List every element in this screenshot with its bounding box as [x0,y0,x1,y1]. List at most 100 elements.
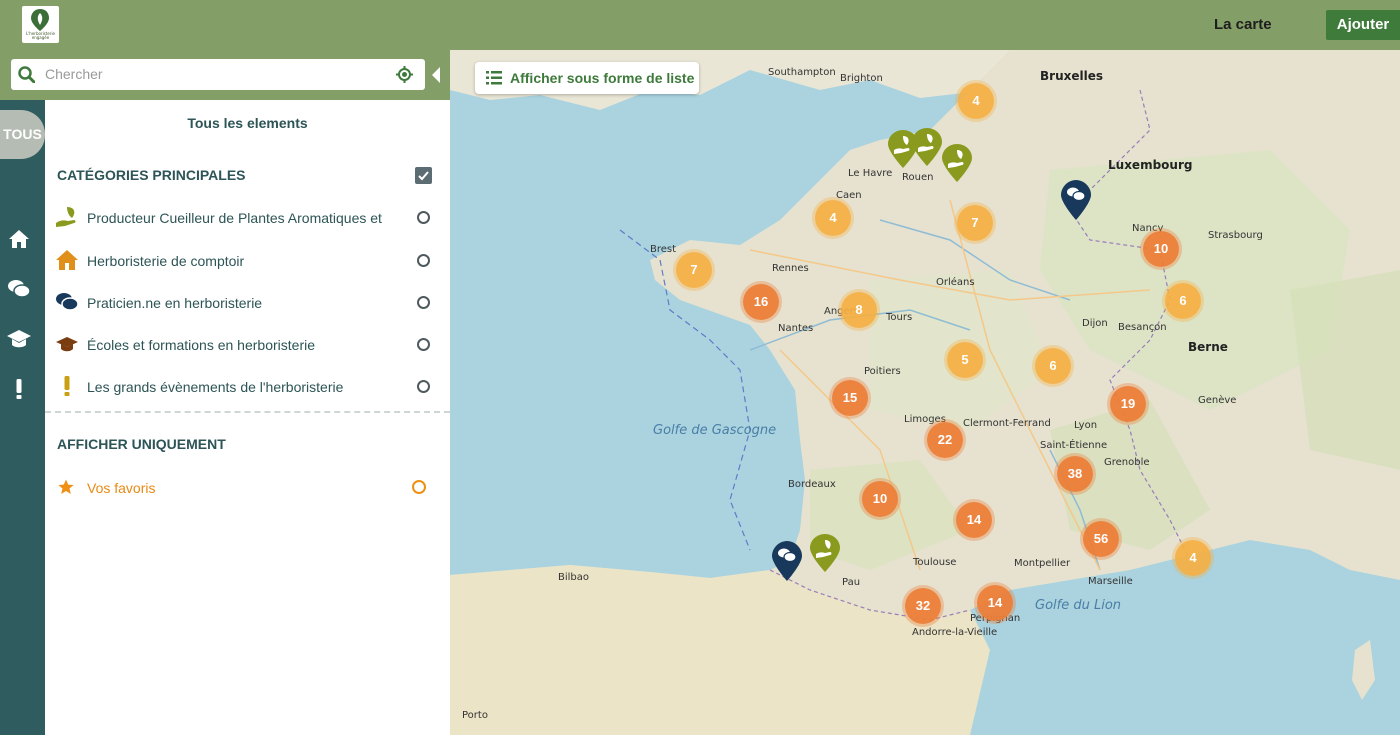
category-label: Écoles et formations en herboristerie [87,337,315,353]
category-item-producteur[interactable]: Producteur Cueilleur de Plantes Aromatiq… [45,202,450,232]
city-label: Bilbao [558,572,590,583]
city-label: Lyon [1074,420,1098,431]
city-label: Rennes [772,263,809,274]
city-label: Genève [1198,395,1237,406]
home-icon[interactable] [6,226,32,252]
map-cluster[interactable]: 4 [1175,540,1211,576]
city-label: Saint-Étienne [1040,440,1108,451]
city-label: Brest [650,244,677,255]
city-label: Le Havre [848,168,893,179]
exclamation-icon [64,376,70,396]
star-icon [58,479,74,494]
city-label: Clermont-Ferrand [963,418,1051,429]
category-label: Herboristerie de comptoir [87,253,245,269]
city-label: Strasbourg [1208,230,1263,241]
filter-all-button[interactable]: TOUS [0,110,45,159]
city-label: Toulouse [913,557,957,568]
praticien-marker[interactable] [772,541,802,581]
map-cluster[interactable]: 14 [977,585,1013,621]
map-cluster[interactable]: 22 [927,422,963,458]
chat-bubbles-icon [56,293,79,311]
map-cluster[interactable]: 5 [947,342,983,378]
city-label: Orléans [936,277,975,288]
page-title[interactable]: La carte [1214,16,1272,33]
sea-label: Golfe de Gascogne [653,423,777,438]
main-categories-title: CATÉGORIES PRINCIPALES [57,167,246,183]
city-label: Southampton [768,67,836,78]
category-item-ecoles[interactable]: Écoles et formations en herboristerie [45,329,450,359]
praticien-marker[interactable] [1061,180,1091,220]
show-as-list-button[interactable]: Afficher sous forme de liste [475,62,699,94]
producteur-marker[interactable] [810,534,840,572]
category-radio[interactable] [417,296,430,309]
favorites-label: Vos favoris [87,480,156,496]
check-icon [418,171,429,181]
map-cluster[interactable]: 10 [862,481,898,517]
city-label: Poitiers [864,366,901,377]
favorites-filter[interactable]: Vos favoris [45,473,450,503]
city-label: Pau [842,577,861,588]
map-cluster[interactable]: 6 [1035,348,1071,384]
city-label: Porto [462,710,488,721]
map-view[interactable]: Golfe de Gascogne Golfe du Lion Bruxelle… [450,50,1400,735]
category-radio[interactable] [417,380,430,393]
city-label: Brighton [840,73,883,84]
main-categories-checkbox[interactable] [415,167,432,184]
producteur-marker[interactable] [942,144,972,182]
city-label: Tours [886,312,913,323]
city-label: Nantes [778,323,814,334]
city-label: Bordeaux [788,479,836,490]
map-cluster[interactable]: 16 [743,284,779,320]
app-logo[interactable]: L'herboristerie engagée [22,6,59,43]
city-label: Besançon [1118,322,1167,333]
map-cluster[interactable]: 19 [1110,386,1146,422]
city-label: Bruxelles [1040,69,1103,83]
chat-icon[interactable] [6,276,32,302]
category-label: Praticien.ne en herboristerie [87,295,263,311]
map-cluster[interactable]: 32 [905,588,941,624]
city-label: Rouen [902,172,934,183]
search-box[interactable] [11,59,425,90]
sea-label: Golfe du Lion [1035,598,1122,613]
map-cluster[interactable]: 6 [1165,283,1201,319]
graduation-cap-icon[interactable] [6,326,32,352]
top-header: L'herboristerie engagée La carte Ajouter [0,0,1400,50]
category-item-evenements[interactable]: Les grands évènements de l'herboristerie [45,371,450,401]
show-as-list-label: Afficher sous forme de liste [510,70,695,86]
search-input[interactable] [45,63,385,85]
map-cluster[interactable]: 14 [956,502,992,538]
category-radio[interactable] [417,211,430,224]
favorites-radio[interactable] [412,480,426,494]
city-label: Marseille [1088,576,1133,587]
map-cluster[interactable]: 4 [958,83,994,119]
exclamation-icon[interactable] [6,376,32,402]
category-radio[interactable] [417,338,430,351]
logo-text: L'herboristerie engagée [25,31,56,40]
category-item-herboristerie[interactable]: Herboristerie de comptoir [45,245,450,275]
city-label: Grenoble [1104,457,1150,468]
map-cluster[interactable]: 7 [676,252,712,288]
house-icon [56,250,78,270]
collapse-panel-icon[interactable] [432,67,440,83]
category-item-praticien[interactable]: Praticien.ne en herboristerie [45,287,450,317]
producteur-marker[interactable] [912,128,942,166]
city-label: Dijon [1082,318,1108,329]
city-label: Montpellier [1014,558,1071,569]
map-cluster[interactable]: 56 [1083,521,1119,557]
category-label: Producteur Cueilleur de Plantes Aromatiq… [87,210,382,226]
map-cluster[interactable]: 15 [832,380,868,416]
filter-panel: Tous les elements CATÉGORIES PRINCIPALES… [45,100,450,735]
geolocate-icon[interactable] [396,66,413,83]
hand-leaf-icon [56,207,76,227]
map-cluster[interactable]: 4 [815,200,851,236]
map-cluster[interactable]: 8 [841,292,877,328]
logo-leaf-icon [31,9,49,31]
map-cluster[interactable]: 10 [1143,231,1179,267]
category-radio[interactable] [417,254,430,267]
city-label: Berne [1188,340,1228,354]
map-cluster[interactable]: 7 [957,205,993,241]
add-button[interactable]: Ajouter [1326,10,1400,40]
map-cluster[interactable]: 38 [1057,456,1093,492]
section-divider [45,411,450,413]
category-label: Les grands évènements de l'herboristerie [87,379,344,395]
